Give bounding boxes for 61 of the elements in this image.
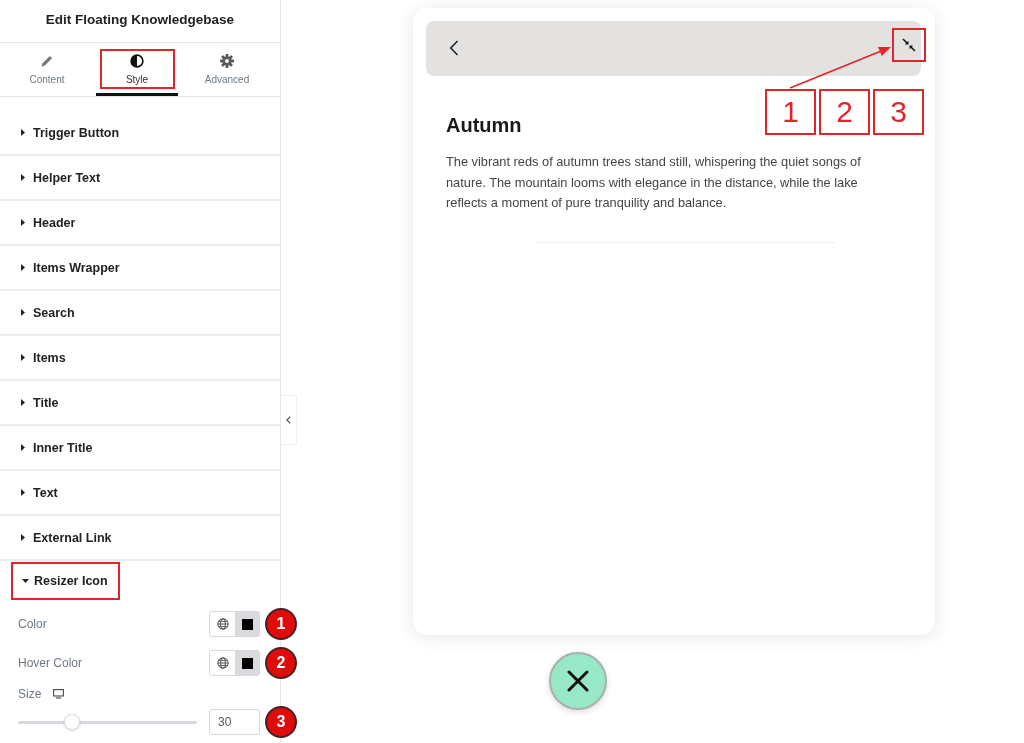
tab[interactable]: Advanced (204, 54, 250, 86)
section-label: Title (33, 395, 59, 410)
pencil-icon (40, 54, 54, 68)
section-header[interactable]: Inner Title (21, 440, 93, 455)
section-header[interactable]: Search (21, 305, 75, 320)
box-number: 3 (890, 95, 907, 129)
section-header[interactable]: Resizer Icon (11, 562, 120, 600)
section-label: Items (33, 350, 66, 365)
tab[interactable]: Style (96, 49, 178, 96)
section-label: Header (33, 215, 76, 230)
size-input[interactable]: 30 (209, 709, 260, 735)
control-label: Size (18, 687, 42, 701)
section-header[interactable]: Text (21, 485, 58, 500)
caret-down-icon (22, 579, 29, 583)
color-swatch (241, 657, 253, 669)
caret-right-icon (21, 489, 25, 496)
chevron-left-icon (286, 416, 291, 424)
caret-right-icon (21, 219, 25, 226)
color-picker-button[interactable] (235, 651, 259, 675)
caret-right-icon (21, 309, 25, 316)
chevron-left-icon[interactable] (449, 40, 459, 56)
section-label: Search (33, 305, 75, 320)
section-label: Inner Title (33, 440, 93, 455)
caret-right-icon (21, 264, 25, 271)
badge-number: 1 (276, 615, 286, 633)
article-text: The vibrant reds of autumn trees stand still, whispering the quiet songs of nature. The mountain looms with elegance in the distance, while the lake reflects a moment of pure tranquility and balance. (446, 153, 862, 212)
section-header[interactable]: Header (21, 215, 76, 230)
section-label: Text (33, 485, 58, 500)
panel-title: Edit Floating Knowledgebase (45, 12, 235, 27)
section-label: Resizer Icon (34, 574, 108, 588)
control-label: Hover Color (18, 656, 83, 670)
close-button[interactable] (549, 652, 607, 710)
section-header[interactable]: Items (21, 350, 66, 365)
tab-label: Advanced (204, 74, 250, 86)
globe-icon (216, 657, 229, 669)
badge-number: 3 (276, 713, 286, 731)
resize-button[interactable] (892, 28, 926, 62)
box-number: 1 (782, 95, 799, 129)
close-icon (567, 670, 589, 692)
caret-right-icon (21, 354, 25, 361)
gear-icon (220, 54, 234, 68)
arrows-inward-icon (902, 38, 916, 52)
control-label: Color (18, 617, 47, 631)
tab-label: Content (29, 74, 65, 86)
tab-label: Style (125, 74, 149, 86)
section-header[interactable]: Title (21, 395, 59, 410)
box-number: 2 (836, 95, 853, 129)
caret-right-icon (21, 129, 25, 136)
contrast-icon (130, 54, 144, 68)
caret-right-icon (21, 174, 25, 181)
slider-thumb[interactable] (63, 713, 80, 730)
article-title: Autumn (446, 113, 523, 137)
caret-right-icon (21, 534, 25, 541)
monitor-icon[interactable] (53, 689, 65, 699)
caret-right-icon (21, 399, 25, 406)
globe-icon (216, 618, 229, 630)
color-swatch (241, 618, 253, 630)
caret-right-icon (21, 444, 25, 451)
tab[interactable]: Content (29, 54, 65, 86)
color-picker-button[interactable] (235, 612, 259, 636)
badge-number: 2 (276, 654, 286, 672)
